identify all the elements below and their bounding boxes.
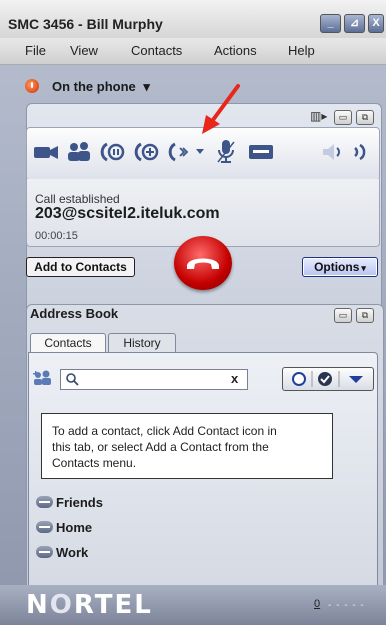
hold-icon[interactable] (100, 140, 128, 166)
volume-up-icon[interactable] (350, 140, 372, 166)
contact-search-input[interactable] (81, 371, 225, 388)
collapse-icon (36, 496, 53, 508)
presence-status[interactable]: On the phone ▾ (52, 79, 150, 95)
menu-file[interactable]: File (25, 43, 46, 58)
group-label: Home (56, 520, 93, 535)
logo-o: O (49, 590, 74, 620)
group-label: Friends (56, 495, 103, 510)
menu-view[interactable]: View (70, 43, 98, 58)
contact-search-field[interactable]: x (60, 369, 248, 390)
caret-down-icon: ▾ (361, 263, 366, 273)
add-contact-hint: To add a contact, click Add Contact icon… (41, 413, 333, 479)
tab-contacts[interactable]: Contacts (30, 333, 106, 353)
tab-history[interactable]: History (108, 333, 176, 353)
group-home[interactable]: Home (36, 520, 92, 536)
menu-actions[interactable]: Actions (214, 43, 257, 58)
call-timer: 00:00:15 (35, 230, 78, 242)
clear-search-icon[interactable]: x (231, 371, 238, 386)
chevron-down-icon: ▾ (143, 79, 150, 94)
collapse-icon (36, 521, 53, 533)
video-icon[interactable] (33, 141, 61, 167)
menu-bar: File View Contacts Actions Help (0, 38, 386, 65)
options-label: Options (314, 260, 360, 274)
close-button[interactable]: X (368, 14, 384, 33)
search-icon (66, 373, 79, 386)
group-work[interactable]: Work (36, 545, 88, 561)
transfer-dropdown-icon[interactable] (194, 146, 206, 172)
layout-icon[interactable]: ▥▸ (310, 110, 327, 123)
window-title: SMC 3456 - Bill Murphy (8, 16, 163, 32)
filter-dropdown-button[interactable] (338, 367, 372, 389)
hang-up-icon (187, 258, 219, 269)
panel-popout-icon[interactable]: ⧉ (356, 110, 374, 125)
menu-help[interactable]: Help (288, 43, 315, 58)
address-book-title: Address Book (30, 306, 119, 321)
page-indicator-dots: - - - - - (328, 600, 365, 611)
keypad-icon[interactable] (248, 142, 274, 168)
group-friends[interactable]: Friends (36, 495, 103, 511)
show-all-contacts-button[interactable] (282, 367, 312, 389)
app-window: SMC 3456 - Bill Murphy _ ⊿ X File View C… (0, 0, 388, 625)
transfer-icon[interactable] (168, 140, 192, 166)
busy-status-icon (25, 79, 39, 93)
title-bar[interactable]: SMC 3456 - Bill Murphy _ ⊿ X (0, 0, 386, 38)
logo-n: N (26, 590, 50, 620)
address-book-popout-icon[interactable]: ⧉ (356, 308, 374, 323)
presence-status-label: On the phone (52, 79, 136, 94)
show-online-contacts-button[interactable] (312, 367, 338, 389)
call-address: 203@scsitel2.iteluk.com (35, 205, 220, 222)
hang-up-button[interactable] (174, 236, 232, 290)
presence-row[interactable]: On the phone ▾ (0, 65, 386, 103)
options-button[interactable]: Options ▾ (302, 257, 378, 277)
add-call-icon[interactable] (134, 140, 162, 166)
microphone-mute-icon[interactable] (216, 138, 236, 164)
menu-contacts[interactable]: Contacts (131, 43, 182, 58)
volume-down-icon[interactable] (320, 140, 342, 166)
hint-line-2: this tab, or select Add a Contact from t… (52, 440, 269, 454)
logo-rtel: RTEL (73, 590, 153, 620)
hint-line-3: Contacts menu. (52, 456, 137, 470)
collapse-icon (36, 546, 53, 558)
hint-line-1: To add a contact, click Add Contact icon… (52, 424, 277, 438)
panel-minimize-icon[interactable]: ▭ (334, 110, 352, 125)
address-book-minimize-icon[interactable]: ▭ (334, 308, 352, 323)
nortel-logo: NORTEL (26, 590, 153, 620)
page-number: 0 (314, 598, 321, 610)
add-to-contacts-button[interactable]: Add to Contacts (26, 257, 135, 277)
maximize-button[interactable]: ⊿ (344, 14, 365, 33)
conference-icon[interactable] (66, 140, 92, 166)
call-status-text: Call established (35, 192, 120, 206)
group-label: Work (56, 545, 89, 560)
minimize-button[interactable]: _ (320, 14, 341, 33)
